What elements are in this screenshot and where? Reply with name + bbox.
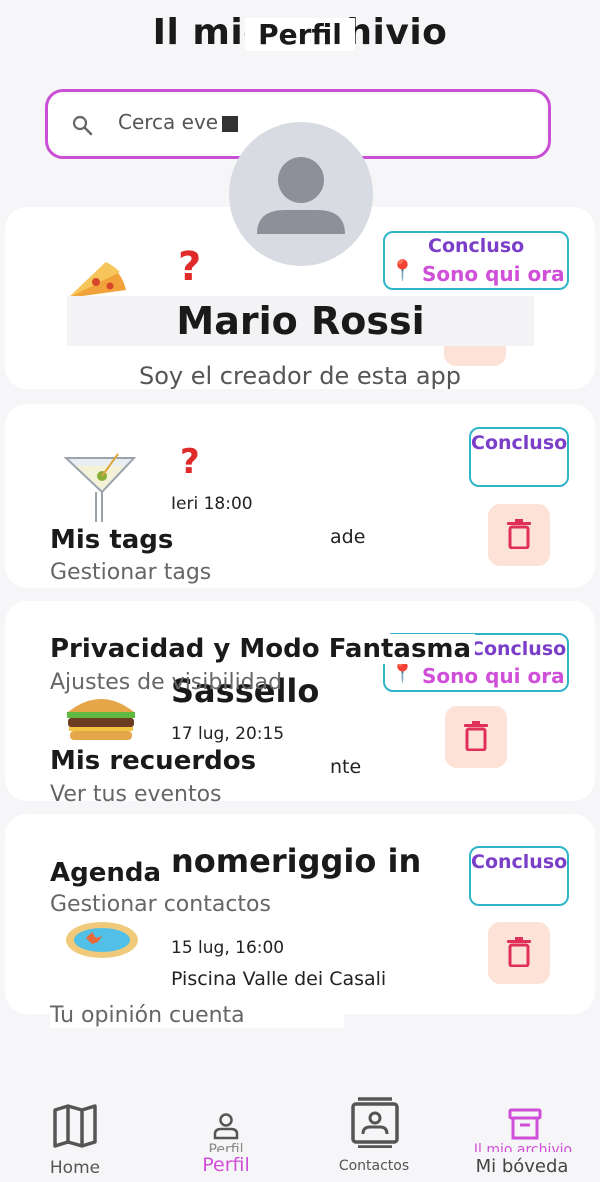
status-label: Concluso [471, 851, 568, 873]
nav-home-label[interactable]: Home [35, 1158, 115, 1178]
delete-button[interactable] [488, 922, 550, 984]
trash-icon [464, 721, 488, 751]
search-icon [72, 115, 93, 136]
nav-vault-label[interactable]: Mi bóveda [460, 1156, 584, 1177]
nav-profile-label[interactable]: Perfil [186, 1154, 266, 1176]
map-icon[interactable] [52, 1104, 98, 1148]
profile-bio: Soy el creador de esta app [138, 362, 462, 390]
delete-button[interactable] [488, 504, 550, 566]
menu-item-tags-subtitle: Gestionar tags [50, 560, 212, 585]
menu-item-memories[interactable]: Mis recuerdos [50, 746, 256, 776]
delete-button[interactable] [445, 706, 507, 768]
event-location: ade [330, 526, 366, 548]
here-label: Sono qui ora [422, 262, 565, 286]
user-icon [257, 157, 345, 234]
profile-icon[interactable] [212, 1112, 240, 1140]
menu-item-memories-subtitle: Ver tus eventos [50, 782, 222, 807]
menu-item-privacy[interactable]: Privacidad y Modo Fantasma [50, 634, 476, 664]
pin-icon: 📍 [390, 258, 415, 282]
nav-archive-label-under: Il mio archivio [473, 1142, 573, 1152]
trash-icon [507, 519, 531, 549]
status-label: Concluso [471, 432, 568, 454]
contacts-icon[interactable] [350, 1096, 400, 1148]
unknown-icon: ? [180, 442, 200, 482]
pool-icon [66, 922, 138, 958]
event-datetime: 17 lug, 20:15 [171, 724, 285, 744]
profile-header-title: Perfil [245, 18, 355, 51]
archive-icon[interactable] [508, 1107, 542, 1141]
trash-icon [507, 937, 531, 967]
feedback-link[interactable]: Tu opinión cuenta [50, 1003, 344, 1028]
event-datetime: Ieri 18:00 [171, 494, 253, 514]
text-caret [222, 116, 238, 132]
event-location: nte [330, 756, 362, 778]
here-label: Sono qui ora [422, 664, 565, 688]
burger-icon [67, 699, 135, 740]
event-title: nomeriggio in [171, 842, 422, 880]
unknown-icon: ? [178, 244, 202, 290]
menu-item-agenda-subtitle: Gestionar contactos [50, 892, 271, 917]
profile-name: Mario Rossi [176, 299, 425, 343]
status-label: Concluso [428, 235, 525, 257]
event-location: Piscina Valle dei Casali [171, 968, 387, 990]
menu-item-privacy-subtitle: Ajustes de visibilidad [50, 670, 283, 695]
nav-contacts-label[interactable]: Contactos [330, 1158, 418, 1174]
event-datetime: 15 lug, 16:00 [171, 938, 285, 958]
menu-item-agenda[interactable]: Agenda [50, 858, 162, 888]
status-label: Concluso [470, 638, 567, 660]
cocktail-icon [63, 453, 137, 522]
avatar[interactable] [229, 122, 373, 266]
search-placeholder: Cerca eve [118, 110, 219, 134]
menu-item-tags[interactable]: Mis tags [50, 525, 173, 555]
nav-profile-label-under: Perfil [208, 1142, 244, 1152]
